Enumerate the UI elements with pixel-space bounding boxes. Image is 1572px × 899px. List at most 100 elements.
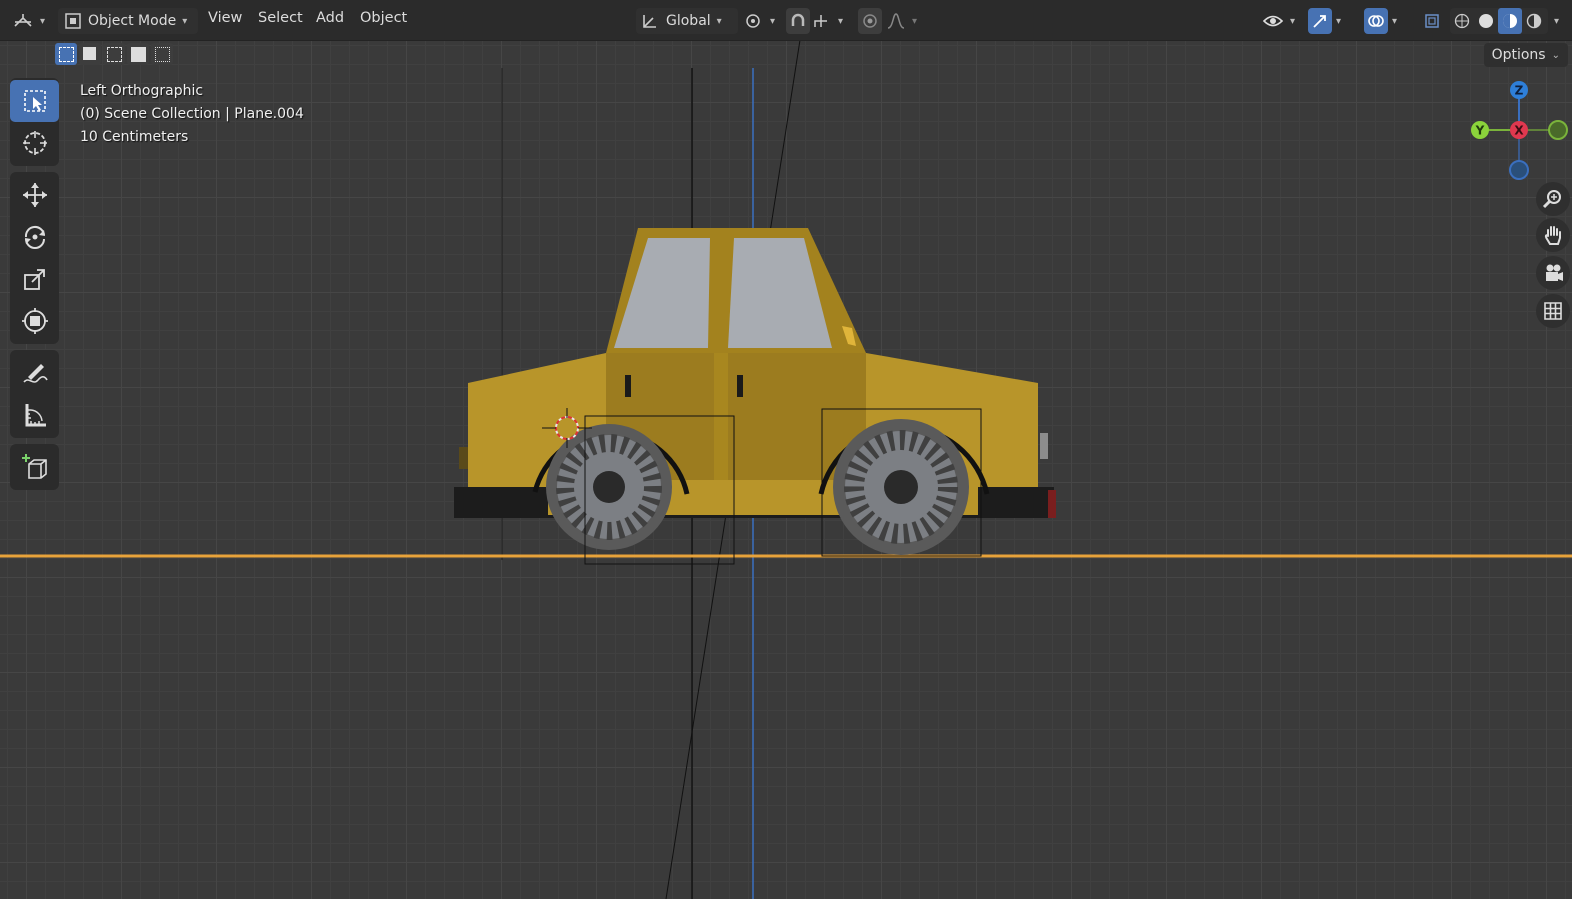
chevron-down-icon: ▾ — [182, 15, 188, 27]
transform-orientation-dropdown[interactable]: Global ▾ — [636, 8, 738, 34]
collection-info: (0) Scene Collection | Plane.004 — [80, 106, 304, 122]
move-icon — [22, 183, 47, 207]
svg-text:Y: Y — [1475, 124, 1485, 138]
solid-shading-icon — [1479, 14, 1493, 28]
overlay-icon — [1368, 15, 1384, 27]
zoom-button[interactable] — [1536, 182, 1570, 216]
rendered-shading-button[interactable] — [1522, 13, 1546, 29]
gizmo-x-axis[interactable]: X — [1510, 121, 1528, 139]
tool-measure[interactable] — [10, 394, 59, 436]
select-subtract-button[interactable] — [103, 43, 125, 65]
tool-shelf — [10, 78, 59, 496]
gizmo-neg-z-axis[interactable] — [1509, 160, 1529, 180]
xray-toggle[interactable] — [1420, 8, 1444, 34]
tool-scale[interactable] — [10, 258, 59, 300]
chevron-down-icon[interactable]: ▾ — [1554, 8, 1559, 34]
options-label: Options — [1491, 47, 1546, 63]
snap-target-dropdown[interactable]: ▾ — [812, 8, 852, 34]
rotate-icon — [24, 226, 45, 249]
tool-annotate[interactable] — [10, 352, 59, 394]
car-model — [454, 228, 1056, 565]
hand-icon — [1544, 226, 1561, 245]
transform-icon — [21, 308, 48, 334]
grid-icon — [1544, 302, 1562, 320]
select-subtract-icon — [107, 47, 122, 62]
rear-light — [1040, 433, 1048, 459]
view-name: Left Orthographic — [80, 83, 204, 99]
menu-view[interactable]: View — [208, 10, 242, 26]
shading-mode-group — [1450, 8, 1548, 34]
perspective-toggle-button[interactable] — [1536, 294, 1570, 328]
chevron-down-icon: ▾ — [838, 15, 844, 27]
eye-icon — [1262, 15, 1284, 27]
door-handle-front — [625, 375, 631, 397]
options-dropdown[interactable]: Options ⌄ — [1483, 43, 1568, 67]
axis-editor-icon — [14, 14, 32, 27]
proportional-edit-toggle[interactable] — [858, 8, 882, 34]
tool-group-select — [10, 78, 59, 166]
chevron-down-icon: ▾ — [1290, 15, 1296, 27]
gizmo-z-axis[interactable]: Z — [1510, 81, 1528, 99]
tool-add-cube[interactable] — [10, 446, 59, 488]
door-handle-rear — [737, 375, 743, 397]
gizmo-y-axis[interactable]: Y — [1471, 121, 1489, 139]
chevron-down-icon: ▾ — [716, 15, 722, 27]
tool-rotate[interactable] — [10, 216, 59, 258]
select-invert-icon — [131, 47, 146, 62]
select-intersect-button[interactable] — [151, 43, 173, 65]
chevron-down-icon: ▾ — [912, 15, 918, 27]
pivot-icon — [746, 14, 760, 28]
mode-dropdown[interactable]: Object Mode ▾ — [58, 8, 198, 34]
pivot-point-dropdown[interactable]: ▾ — [744, 8, 780, 34]
chevron-down-icon: ▾ — [770, 15, 776, 27]
select-box-icon — [23, 90, 46, 112]
overlays-toggle[interactable] — [1364, 8, 1388, 34]
orientation-icon — [643, 15, 656, 28]
chevron-down-icon: ⌄ — [1551, 49, 1560, 61]
camera-view-button[interactable] — [1536, 256, 1570, 290]
tool-group-add — [10, 444, 59, 490]
tool-move[interactable] — [10, 174, 59, 216]
orientation-label: Global — [666, 13, 711, 29]
zoom-magnifier-icon — [1542, 190, 1561, 209]
editor-type-button[interactable]: ▾ — [12, 8, 50, 34]
gizmo-neg-y-axis[interactable] — [1548, 120, 1568, 140]
select-invert-button[interactable] — [127, 43, 149, 65]
gizmo-toggle[interactable] — [1308, 8, 1332, 34]
wireframe-shading-button[interactable] — [1450, 13, 1474, 29]
tool-select-box[interactable] — [10, 80, 59, 122]
front-wheel — [546, 424, 672, 550]
navigation-gizmo[interactable]: Z Y X — [1460, 76, 1572, 188]
wireframe-icon — [1454, 13, 1470, 29]
gizmo-icon — [1313, 15, 1326, 28]
select-extend-button[interactable] — [79, 43, 101, 65]
material-preview-button[interactable] — [1498, 8, 1522, 34]
menu-add[interactable]: Add — [316, 10, 344, 26]
falloff-curve-icon — [887, 13, 905, 29]
tool-cursor[interactable] — [10, 122, 59, 164]
visibility-dropdown[interactable]: ▾ — [1262, 8, 1300, 34]
solid-shading-button[interactable] — [1474, 13, 1498, 29]
cursor-icon — [22, 131, 47, 155]
measure-ruler-icon — [25, 404, 46, 427]
selection-mode-group — [55, 43, 173, 65]
tail-light — [1048, 490, 1056, 518]
viewport-info: Left Orthographic (0) Scene Collection |… — [80, 80, 304, 149]
pan-button[interactable] — [1536, 218, 1570, 252]
falloff-dropdown[interactable]: ▾ — [886, 8, 920, 34]
tool-transform[interactable] — [10, 300, 59, 342]
menu-object[interactable]: Object — [360, 10, 407, 26]
tool-group-transform — [10, 172, 59, 344]
chevron-down-icon[interactable]: ▾ — [1392, 8, 1397, 34]
camera-icon — [1546, 264, 1563, 281]
grid-scale: 10 Centimeters — [80, 129, 189, 145]
snap-increment-icon — [814, 15, 827, 27]
proportional-edit-icon — [863, 14, 877, 28]
object-mode-icon — [65, 13, 81, 29]
chevron-down-icon[interactable]: ▾ — [1336, 8, 1341, 34]
scale-icon — [23, 269, 45, 290]
add-cube-icon — [21, 454, 47, 479]
menu-select[interactable]: Select — [258, 10, 303, 26]
select-new-button[interactable] — [55, 43, 77, 65]
snap-toggle[interactable] — [786, 8, 810, 34]
